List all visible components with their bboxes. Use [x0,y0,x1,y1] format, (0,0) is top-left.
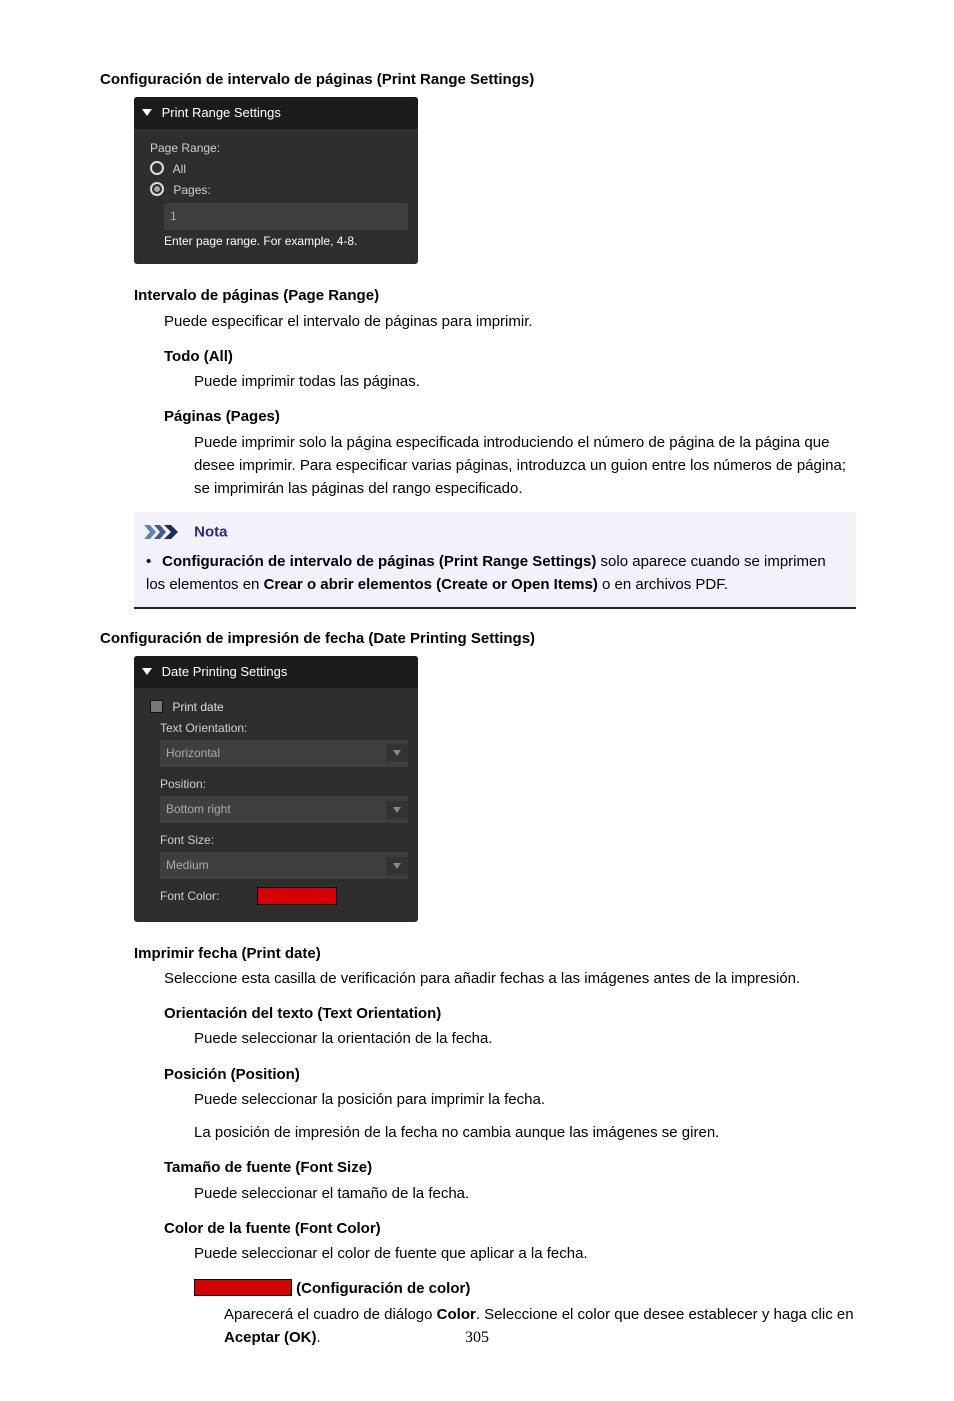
chevron-down-icon [393,863,401,869]
term-position: Posición (Position) [164,1063,856,1086]
desc-pages: Puede imprimir solo la página especifica… [194,431,856,501]
panel-title: Date Printing Settings [162,664,288,679]
print-date-label: Print date [172,700,223,714]
desc-print-date: Seleccione esta casilla de verificación … [164,967,856,990]
font-color-label: Font Color: [160,887,219,906]
font-size-label: Font Size: [160,831,408,850]
term-color-config: (Configuración de color) [194,1277,856,1300]
panel-header[interactable]: Print Range Settings [134,97,418,129]
desc-position-2: La posición de impresión de la fecha no … [194,1121,856,1144]
section-heading-print-range: Configuración de intervalo de páginas (P… [100,68,856,91]
term-font-color: Color de la fuente (Font Color) [164,1217,856,1240]
panel-title: Print Range Settings [162,105,281,120]
chevron-down-icon [393,750,401,756]
note-item: • Configuración de intervalo de páginas … [146,550,846,597]
radio-all[interactable] [150,161,164,175]
radio-pages-label: Pages: [173,183,210,197]
color-swatch[interactable] [257,887,337,905]
font-size-select[interactable]: Medium [160,852,408,879]
print-date-checkbox[interactable] [150,700,163,713]
note-box: Nota • Configuración de intervalo de pág… [134,512,856,608]
print-range-panel: Print Range Settings Page Range: All Pag… [134,97,418,264]
term-color-config-suffix: (Configuración de color) [292,1280,470,1297]
text-orientation-value: Horizontal [166,744,220,763]
desc-all: Puede imprimir todas las páginas. [194,370,856,393]
text-orientation-label: Text Orientation: [160,719,408,738]
pages-hint: Enter page range. For example, 4-8. [164,232,408,251]
date-printing-panel: Date Printing Settings Print date Text O… [134,656,418,922]
term-print-date: Imprimir fecha (Print date) [134,942,856,965]
chevron-down-icon [142,109,152,116]
radio-pages[interactable] [150,182,164,196]
term-all: Todo (All) [164,345,856,368]
chevron-down-icon [393,807,401,813]
note-title: Nota [194,524,227,541]
term-font-size: Tamaño de fuente (Font Size) [164,1156,856,1179]
radio-all-label: All [173,162,186,176]
note-text2: o en archivos PDF. [598,576,728,593]
page-range-label: Page Range: [150,139,408,158]
pages-input[interactable]: 1 [164,203,408,230]
chevron-down-icon [142,668,152,675]
note-bold2: Crear o abrir elementos (Create or Open … [264,576,598,593]
term-text-orientation: Orientación del texto (Text Orientation) [164,1002,856,1025]
color-swatch [194,1279,292,1296]
panel-header[interactable]: Date Printing Settings [134,656,418,688]
desc-page-range: Puede especificar el intervalo de página… [164,310,856,333]
position-value: Bottom right [166,800,231,819]
text-orientation-select[interactable]: Horizontal [160,740,408,767]
position-select[interactable]: Bottom right [160,796,408,823]
position-label: Position: [160,775,408,794]
page-number: 305 [0,1326,954,1351]
section-heading-date-printing: Configuración de impresión de fecha (Dat… [100,627,856,650]
term-page-range: Intervalo de páginas (Page Range) [134,284,856,307]
note-chevrons-icon [144,525,184,539]
desc-position-1: Puede seleccionar la posición para impri… [194,1088,856,1111]
desc-font-color: Puede seleccionar el color de fuente que… [194,1242,856,1265]
note-bold1: Configuración de intervalo de páginas (P… [162,553,596,570]
desc-text-orientation: Puede seleccionar la orientación de la f… [194,1027,856,1050]
font-size-value: Medium [166,856,209,875]
desc-font-size: Puede seleccionar el tamaño de la fecha. [194,1182,856,1205]
term-pages: Páginas (Pages) [164,405,856,428]
